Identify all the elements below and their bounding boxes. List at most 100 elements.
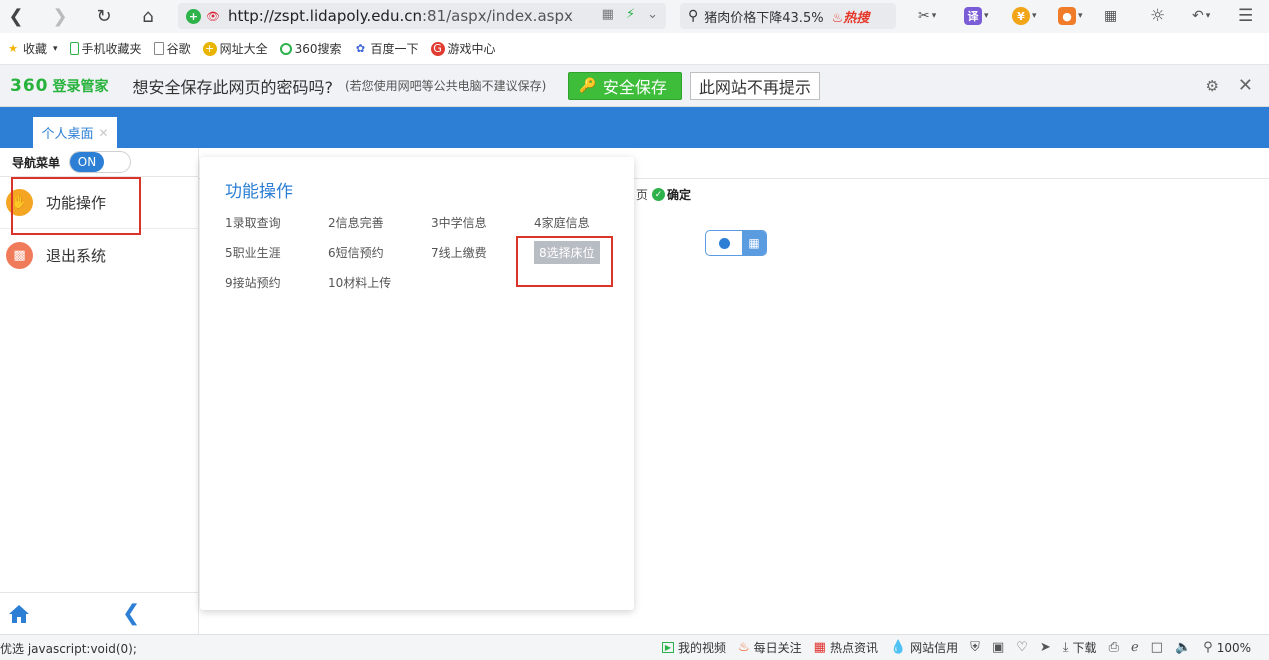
chevron-down-icon[interactable]: ⌄: [647, 7, 658, 22]
rocket-icon[interactable]: ➤: [1040, 640, 1051, 655]
function-item[interactable]: 5职业生涯: [225, 243, 328, 262]
logo-mark: 360: [10, 75, 49, 96]
tab-label: 个人桌面: [41, 127, 94, 142]
sidebar-item-logout[interactable]: ▩ 退出系统: [0, 229, 198, 281]
gamepad-icon[interactable]: ● ▾: [1058, 5, 1083, 27]
bookmark-label: 百度一下: [370, 42, 419, 56]
address-bar[interactable]: + 👁 http://zspt.lidapoly.edu.cn:81/aspx/…: [178, 3, 666, 29]
close-icon[interactable]: ✕: [1238, 75, 1253, 96]
view-mode-toggle[interactable]: ▦: [705, 230, 767, 256]
qr-code-icon[interactable]: ▦: [602, 7, 614, 22]
content-toolbar: 页 ✓ 确定: [636, 186, 691, 203]
url-path: :81/aspx/index.aspx: [421, 7, 573, 25]
bookmarks-bar: ★ 收藏 ▾ 手机收藏夹 谷歌 + 网址大全 360搜索 ✿ 百度一下 G 游戏中心: [0, 33, 1269, 65]
coin-icon[interactable]: ¥ ▾: [1012, 5, 1037, 27]
daily-follow-link[interactable]: ♨ 每日关注: [738, 639, 802, 656]
sidebar-item-label: 退出系统: [46, 246, 107, 265]
shield-icon[interactable]: ⛨: [970, 640, 980, 655]
function-panel: 功能操作 1录取查询 2信息完善 3中学信息 4家庭信息 5职业生涯 6短信预约…: [200, 157, 634, 610]
never-prompt-button[interactable]: 此网站不再提示: [689, 71, 820, 100]
news-icon: ▦: [813, 640, 826, 655]
play-icon: ▶: [661, 642, 674, 653]
hot-search-label: 热搜: [843, 10, 870, 26]
flame-icon: ♨: [737, 640, 750, 655]
download-button[interactable]: ⤓ 下载: [1063, 639, 1097, 656]
safe-save-label: 安全保存: [602, 77, 667, 97]
function-item[interactable]: 3中学信息: [431, 213, 534, 232]
bookmark-360search[interactable]: 360搜索: [279, 40, 342, 57]
undo-icon[interactable]: ↶ ▾: [1192, 5, 1210, 27]
print-icon[interactable]: ⎙: [1109, 640, 1119, 655]
function-label: 4家庭信息: [534, 216, 590, 230]
list-view-option[interactable]: [706, 231, 742, 255]
bookmark-sites[interactable]: + 网址大全: [202, 40, 268, 57]
search-box[interactable]: ⚲ 猪肉价格下降43.5% ♨热搜: [680, 3, 896, 29]
site-credit-link[interactable]: 💧 网站信用: [890, 639, 958, 656]
home-icon[interactable]: ⌂: [136, 4, 160, 28]
chart-icon: ▩: [6, 241, 33, 269]
status-right-group: ▶ 我的视频 ♨ 每日关注 ▦ 热点资讯 💧 网站信用 ⛨ ▣ ♡ ➤ ⤓ 下载 ⎙ ℯ …: [661, 639, 1251, 656]
refresh-icon[interactable]: ↻: [92, 4, 116, 28]
forward-icon[interactable]: ❯: [50, 4, 70, 28]
translate-icon[interactable]: 译 ▾: [964, 5, 989, 27]
apps-grid-icon[interactable]: ▦: [1104, 5, 1117, 27]
image-icon[interactable]: ▣: [992, 640, 1004, 655]
ie-icon[interactable]: ℯ: [1131, 640, 1139, 655]
sound-icon[interactable]: 🔈: [1175, 640, 1191, 655]
hot-search-badge[interactable]: ♨热搜: [832, 7, 870, 26]
grid-view-icon[interactable]: ▦: [742, 231, 766, 255]
speed-mode-icon[interactable]: ⚡: [626, 7, 635, 22]
zoom-icon: ⚲: [1203, 640, 1213, 655]
back-icon[interactable]: ❮: [6, 4, 26, 28]
confirm-label: 确定: [667, 188, 692, 202]
function-label: 1录取查询: [225, 216, 281, 230]
zoom-level: 100%: [1216, 640, 1251, 655]
function-item[interactable]: 1录取查询: [225, 213, 328, 232]
bookmark-favorites[interactable]: ★ 收藏 ▾: [6, 40, 57, 57]
function-item[interactable]: 10材料上传: [328, 273, 431, 292]
baidu-icon: ✿: [355, 42, 366, 55]
home-icon[interactable]: [8, 603, 30, 625]
function-item[interactable]: 2信息完善: [328, 213, 431, 232]
function-label: 5职业生涯: [225, 246, 281, 260]
url-text[interactable]: http://zspt.lidapoly.edu.cn:81/aspx/inde…: [228, 7, 573, 25]
collapse-sidebar-icon[interactable]: ❮: [122, 603, 140, 625]
gear-icon[interactable]: ⚙: [1206, 77, 1219, 95]
confirm-button[interactable]: ✓ 确定: [652, 186, 691, 203]
zoom-control[interactable]: ⚲ 100%: [1203, 640, 1251, 655]
highlight-box-select-bed: [516, 236, 613, 287]
status-item-label: 热点资讯: [829, 641, 878, 655]
bookmark-mobile[interactable]: 手机收藏夹: [69, 40, 142, 57]
nav-menu-switch[interactable]: ON: [69, 151, 132, 173]
safe-save-button[interactable]: 🔑 安全保存: [568, 71, 682, 100]
url-host: http://zspt.lidapoly.edu.cn: [227, 7, 422, 25]
tab-close-icon[interactable]: ✕: [98, 126, 108, 140]
download-label: 下载: [1072, 641, 1097, 655]
search-query: 猪肉价格下降43.5%: [704, 10, 824, 26]
bookmark-baidu[interactable]: ✿ 百度一下: [354, 40, 419, 57]
bookmark-label: 360搜索: [294, 42, 342, 56]
tab-personal-desktop[interactable]: 个人桌面 ✕: [33, 117, 117, 148]
my-videos-link[interactable]: ▶ 我的视频: [661, 639, 726, 656]
window-icon[interactable]: □: [1151, 640, 1163, 655]
nav-switch-state: ON: [70, 152, 105, 172]
privacy-icon[interactable]: 👁: [206, 10, 220, 23]
heart-icon[interactable]: ♡: [1016, 640, 1028, 655]
page-icon: [153, 42, 164, 55]
function-label: 2信息完善: [328, 216, 384, 230]
function-item[interactable]: 4家庭信息: [534, 213, 637, 232]
brightness-icon[interactable]: ☼: [1150, 5, 1165, 27]
bookmark-label: 收藏: [23, 42, 48, 56]
menu-icon[interactable]: ☰: [1238, 5, 1253, 27]
status-item-label: 我的视频: [677, 641, 726, 655]
function-label: 9接站预约: [225, 276, 281, 290]
nav-menu-toggle-row: 导航菜单 ON: [0, 148, 198, 177]
function-item[interactable]: 9接站预约: [225, 273, 328, 292]
bookmark-label: 手机收藏夹: [81, 42, 142, 56]
sidebar-footer: ❮: [0, 592, 199, 634]
bookmark-google[interactable]: 谷歌: [153, 40, 191, 57]
scissors-icon[interactable]: ✂ ▾: [918, 5, 936, 27]
bookmark-games[interactable]: G 游戏中心: [430, 40, 496, 57]
function-item[interactable]: 6短信预约: [328, 243, 431, 262]
hot-news-link[interactable]: ▦ 热点资讯: [814, 639, 878, 656]
